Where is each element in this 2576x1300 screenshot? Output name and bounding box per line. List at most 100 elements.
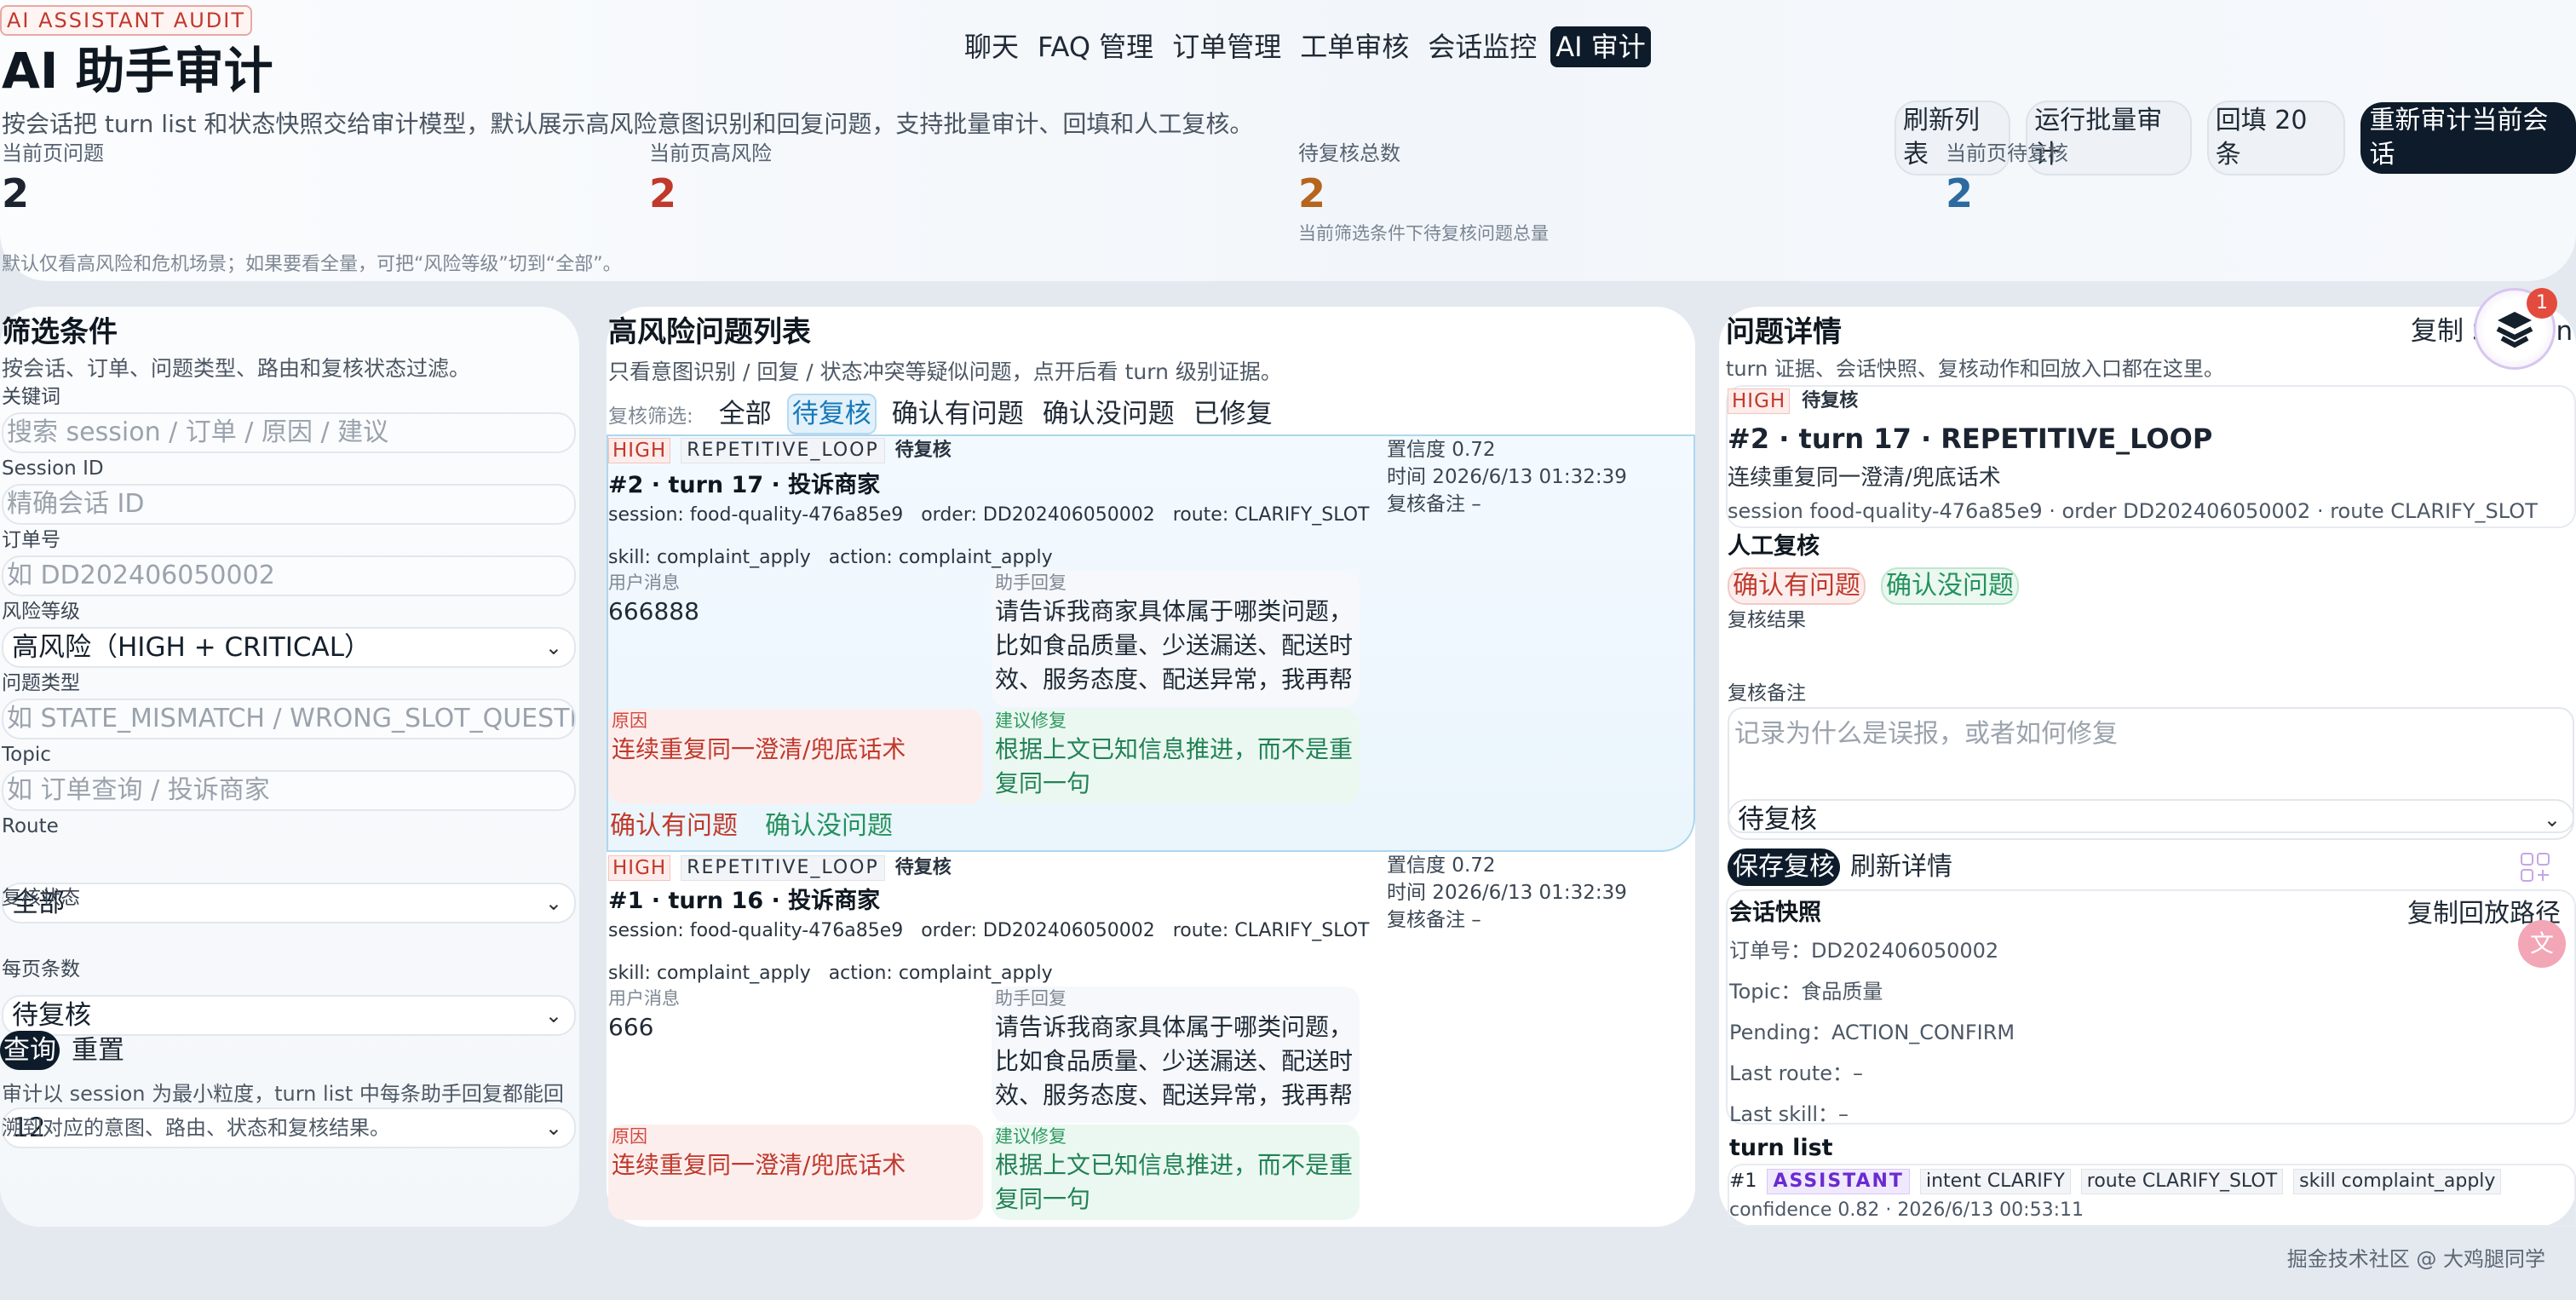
issue-review-note: 复核备注 – xyxy=(1387,909,1481,931)
page-subtitle: 按会话把 turn list 和状态快照交给审计模型，默认展示高风险意图识别和回… xyxy=(2,110,1254,138)
stat-note: 当前筛选条件下待复核问题总量 xyxy=(1298,223,1549,244)
stat-label: 当前页问题 xyxy=(2,141,104,165)
fix-box: 建议修复 根据上文已知信息推进，而不是重复同一句 xyxy=(992,709,1360,804)
stat-label: 当前页高风险 xyxy=(649,141,772,165)
issue-meta-skill: skill: complaint_apply action: complaint… xyxy=(608,963,1053,984)
keyword-input[interactable]: 搜索 session / 订单 / 原因 / 建议 xyxy=(2,412,576,453)
route-select[interactable]: 全部 ⌄ xyxy=(2,883,576,923)
snapshot-list: 订单号：DD202406050002 Topic：食品质量 Pending：AC… xyxy=(1729,930,2015,1135)
deny-issue-button[interactable]: 确认没问题 xyxy=(1881,567,2019,605)
chevron-down-icon: ⌄ xyxy=(544,1004,562,1027)
route-label: Route xyxy=(2,815,59,837)
detail-reason: 连续重复同一澄清/兜底话术 xyxy=(1728,465,2001,491)
tab-confirmed[interactable]: 确认有问题 xyxy=(888,395,1027,433)
confirm-issue-button[interactable]: 确认有问题 xyxy=(610,809,738,843)
user-message-box: 用户消息 666888 xyxy=(608,571,983,707)
topic-label: Topic xyxy=(2,744,51,766)
tab-pending[interactable]: 待复核 xyxy=(786,394,877,434)
risk-label: 风险等级 xyxy=(2,601,80,623)
issue-meta: session: food-quality-476a85e9 order: DD… xyxy=(608,920,1370,941)
query-button[interactable]: 查询 xyxy=(0,1031,60,1070)
issue-title[interactable]: #1 · turn 16 · 投诉商家 xyxy=(608,886,880,917)
assistant-reply-text: 请告诉我商家具体属于哪类问题，比如食品质量、少送漏送、配送时效、服务态度、配送异… xyxy=(995,597,1354,693)
top-nav: 聊天 FAQ 管理 订单管理 工单审核 会话监控 AI 审计 xyxy=(959,26,1651,68)
assistant-reply-label: 助手回复 xyxy=(995,572,1067,593)
list-desc: 只看意图识别 / 回复 / 状态冲突等疑似问题，点开后看 turn 级别证据。 xyxy=(608,360,1282,384)
stat-page-pending: 当前页待复核 2 xyxy=(1946,140,2068,220)
user-message-text: 666 xyxy=(608,1013,654,1041)
manual-review-actions: 确认有问题 确认没问题 xyxy=(1728,567,2019,605)
keyword-label: 关键词 xyxy=(2,386,60,408)
review-select-value: 待复核 xyxy=(12,1000,91,1031)
fix-text: 根据上文已知信息推进，而不是重复同一句 xyxy=(995,735,1354,797)
severity-badge: HIGH xyxy=(608,438,671,463)
tab-fixed[interactable]: 已修复 xyxy=(1190,395,1276,433)
turn-index: #1 xyxy=(1729,1171,1757,1192)
detail-title: 问题详情 xyxy=(1726,315,1842,349)
status-badge: 待复核 xyxy=(894,440,952,461)
reason-text: 连续重复同一澄清/兜底话术 xyxy=(612,1151,906,1179)
order-label: 订单号 xyxy=(2,529,60,551)
translate-icon[interactable]: 文 xyxy=(2518,920,2566,968)
nav-monitor[interactable]: 会话监控 xyxy=(1423,26,1542,67)
stat-page-high-risk: 当前页高风险 2 xyxy=(649,140,772,220)
turn-skill-tag: skill complaint_apply xyxy=(2293,1169,2502,1194)
status-badge: 待复核 xyxy=(894,857,952,878)
reset-button[interactable]: 重置 xyxy=(72,1031,124,1070)
issue-type-badge: REPETITIVE_LOOP xyxy=(681,855,885,881)
fix-box: 建议修复 根据上文已知信息推进，而不是重复同一句 xyxy=(992,1125,1360,1220)
tab-all[interactable]: 全部 xyxy=(716,395,775,433)
review-label: 复核状态 xyxy=(2,887,80,909)
stat-value: 2 xyxy=(1946,170,1974,216)
detail-desc: turn 证据、会话快照、复核动作和回放入口都在这里。 xyxy=(1726,357,2224,381)
stat-value: 2 xyxy=(1298,170,1326,216)
nav-ai-audit[interactable]: AI 审计 xyxy=(1550,26,1651,67)
review-status-select[interactable]: 待复核 ⌄ xyxy=(2,995,576,1036)
grid-icon[interactable] xyxy=(2520,852,2550,883)
stat-label: 当前页待复核 xyxy=(1946,141,2068,165)
issue-meta-skill: skill: complaint_apply action: complaint… xyxy=(608,547,1053,568)
detail-tags: HIGH 待复核 xyxy=(1728,388,1858,414)
fix-label: 建议修复 xyxy=(995,1126,1067,1147)
nav-tickets[interactable]: 工单审核 xyxy=(1295,26,1414,67)
severity-badge: HIGH xyxy=(608,855,671,881)
page-title: AI 助手审计 xyxy=(2,42,273,100)
topic-input[interactable]: 如 订单查询 / 投诉商家 xyxy=(2,770,576,811)
reaudit-session-button[interactable]: 重新审计当前会话 xyxy=(2360,102,2576,174)
user-message-label: 用户消息 xyxy=(608,572,680,593)
turn-tags: #1 ASSISTANT intent CLARIFY route CLARIF… xyxy=(1729,1169,2502,1194)
risk-select[interactable]: 高风险（HIGH + CRITICAL） ⌄ xyxy=(2,627,576,668)
tab-dismissed[interactable]: 确认没问题 xyxy=(1039,395,1178,433)
nav-faq[interactable]: FAQ 管理 xyxy=(1032,26,1159,67)
issue-type-input[interactable]: 如 STATE_MISMATCH / WRONG_SLOT_QUESTION xyxy=(2,699,576,739)
fix-text: 根据上文已知信息推进，而不是重复同一句 xyxy=(995,1151,1354,1213)
turn-sub: confidence 0.82 · 2026/6/13 00:53:11 xyxy=(1729,1199,2084,1221)
filter-title: 筛选条件 xyxy=(2,315,118,349)
risk-select-value: 高风险（HIGH + CRITICAL） xyxy=(12,632,371,663)
issue-tags: HIGH REPETITIVE_LOOP 待复核 xyxy=(608,855,952,881)
confirm-issue-button[interactable]: 确认有问题 xyxy=(1728,567,1866,605)
header-note: 默认仅看高风险和危机场景；如果要看全量，可把“风险等级”切到“全部”。 xyxy=(2,254,622,275)
save-review-button[interactable]: 保存复核 xyxy=(1728,848,1840,886)
turnlist-title: turn list xyxy=(1729,1135,1833,1161)
review-filter-tabs: 复核筛选: 全部 待复核 确认有问题 确认没问题 已修复 xyxy=(608,394,1276,434)
nav-chat[interactable]: 聊天 xyxy=(959,26,1024,67)
backfill-button[interactable]: 回填 20 条 xyxy=(2206,101,2346,175)
assistant-reply-text: 请告诉我商家具体属于哪类问题，比如食品质量、少送漏送、配送时效、服务态度、配送异… xyxy=(995,1013,1354,1109)
issue-confidence: 置信度 0.72 xyxy=(1387,439,1496,461)
session-id-input[interactable]: 精确会话 ID xyxy=(2,484,576,525)
snapshot-order: 订单号：DD202406050002 xyxy=(1729,939,1999,963)
type-label: 问题类型 xyxy=(2,672,80,694)
reason-label: 原因 xyxy=(612,710,647,731)
assistant-reply-box: 助手回复 请告诉我商家具体属于哪类问题，比如食品质量、少送漏送、配送时效、服务态… xyxy=(992,571,1360,707)
issue-confidence: 置信度 0.72 xyxy=(1387,854,1496,877)
refresh-detail-button[interactable]: 刷新详情 xyxy=(1850,848,1952,886)
deny-issue-button[interactable]: 确认没问题 xyxy=(765,809,893,843)
review-note-textarea[interactable]: 记录为什么是误报，或者如何修复 xyxy=(1728,707,2574,833)
nav-orders[interactable]: 订单管理 xyxy=(1167,26,1286,67)
order-input[interactable]: 如 DD202406050002 xyxy=(2,555,576,596)
watermark: 掘金技术社区 @ 大鸡腿同学 xyxy=(2286,1247,2545,1271)
fix-label: 建议修复 xyxy=(995,710,1067,731)
issue-time: 时间 2026/6/13 01:32:39 xyxy=(1387,882,1627,904)
detail-meta: session food-quality-476a85e9 · order DD… xyxy=(1728,499,2538,523)
